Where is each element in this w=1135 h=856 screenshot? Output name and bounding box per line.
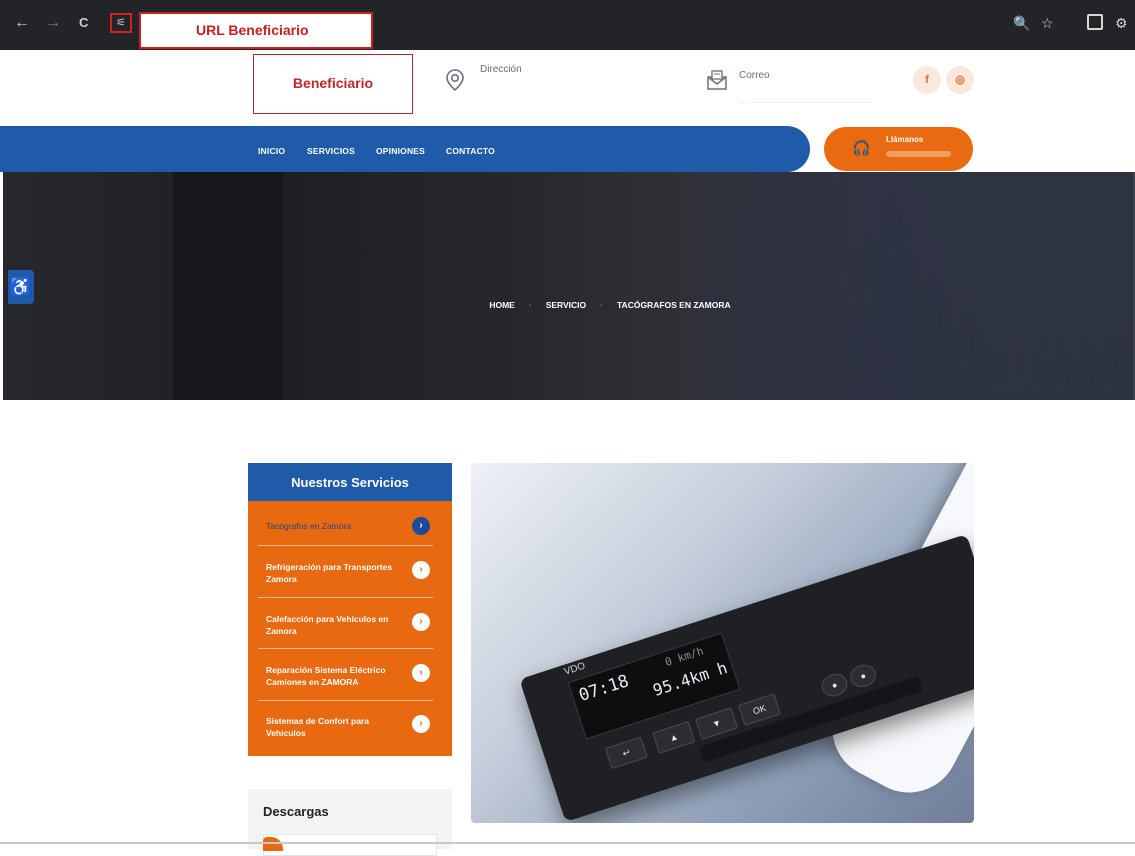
call-label: Llámanos — [886, 135, 924, 144]
divider — [258, 700, 433, 701]
extensions-icon[interactable]: ⚙ — [1115, 15, 1128, 32]
chevron-right-icon[interactable]: › — [412, 561, 430, 579]
nav-item-opiniones[interactable]: OPINIONES — [376, 146, 425, 156]
service-item-tacografos[interactable]: Tacógrafos en Zamora — [266, 520, 416, 532]
device-brand: VDO — [562, 660, 587, 678]
service-item-reparacion-electrica[interactable]: Reparación Sistema Eléctrico Camiones en… — [266, 664, 416, 688]
forward-icon[interactable]: → — [45, 14, 61, 32]
nav-item-servicios[interactable]: SERVICIOS — [307, 146, 355, 156]
divider — [258, 597, 433, 598]
breadcrumb: HOME · SERVICIO · TACÓGRAFOS EN ZAMORA — [0, 300, 1135, 310]
services-title: Nuestros Servicios — [248, 463, 452, 501]
hero-overlay — [3, 172, 1135, 400]
back-icon[interactable]: ← — [14, 14, 30, 32]
device-key: OK — [737, 693, 781, 726]
device-key: ▼ — [695, 707, 739, 740]
downloads-title: Descargas — [263, 804, 329, 819]
chevron-right-icon[interactable]: › — [412, 664, 430, 682]
service-item-refrigeracion[interactable]: Refrigeración para Transportes Zamora — [266, 561, 416, 585]
chevron-right-icon[interactable]: › — [412, 613, 430, 631]
device-key: ↩ — [604, 736, 648, 770]
browser-toolbar: ← → C ⚟ URL Beneficiario 🔍 ☆ ⚙ — [0, 0, 1135, 50]
url-annotation-label: URL Beneficiario — [139, 12, 373, 49]
reload-icon[interactable]: C — [79, 14, 88, 32]
chevron-right-icon[interactable]: › — [412, 715, 430, 733]
call-button[interactable] — [824, 127, 973, 171]
service-item-calefaccion[interactable]: Calefacción para Vehículos en Zamora — [266, 613, 416, 637]
device-key: ▲ — [652, 721, 696, 754]
nav-item-inicio[interactable]: INICIO — [258, 146, 285, 156]
divider — [258, 648, 433, 649]
services-list: Tacógrafos en Zamora › Refrigeración par… — [248, 501, 452, 756]
nav-item-contacto[interactable]: CONTACTO — [446, 146, 495, 156]
chevron-right-icon[interactable]: › — [412, 517, 430, 535]
breadcrumb-current: TACÓGRAFOS EN ZAMORA — [617, 300, 731, 310]
hero-banner — [3, 172, 1135, 400]
tachograph-photo: VDO 07:18 0 km/h 95.4km h ↩ ▲ ▼ OK ● ● — [471, 463, 974, 823]
device-key: ● — [818, 670, 851, 700]
site-settings-icon[interactable]: ⚟ — [110, 13, 132, 33]
display-distance: 95.4km h — [650, 658, 730, 700]
zoom-icon[interactable]: 🔍 — [1013, 15, 1030, 32]
headset-icon: 🎧 — [852, 140, 871, 157]
service-item-confort[interactable]: Sistemas de Confort para Vehiculos — [266, 715, 396, 739]
device-key: ● — [847, 661, 879, 691]
breadcrumb-home[interactable]: HOME — [489, 300, 515, 310]
breadcrumb-servicio[interactable]: SERVICIO — [546, 300, 586, 310]
breadcrumb-separator: · — [600, 300, 603, 310]
download-item[interactable] — [263, 834, 437, 856]
side-panel-icon[interactable] — [1087, 14, 1103, 30]
breadcrumb-separator: · — [528, 300, 532, 310]
accessibility-icon[interactable]: ♿ — [8, 270, 34, 304]
divider — [258, 545, 433, 546]
bookmark-star-icon[interactable]: ☆ — [1041, 15, 1054, 32]
address-label: Dirección — [480, 64, 522, 75]
display-time: 07:18 — [576, 671, 632, 707]
call-number-placeholder — [886, 151, 951, 157]
page-title: Tacógrafos en Zamora — [471, 88, 749, 118]
